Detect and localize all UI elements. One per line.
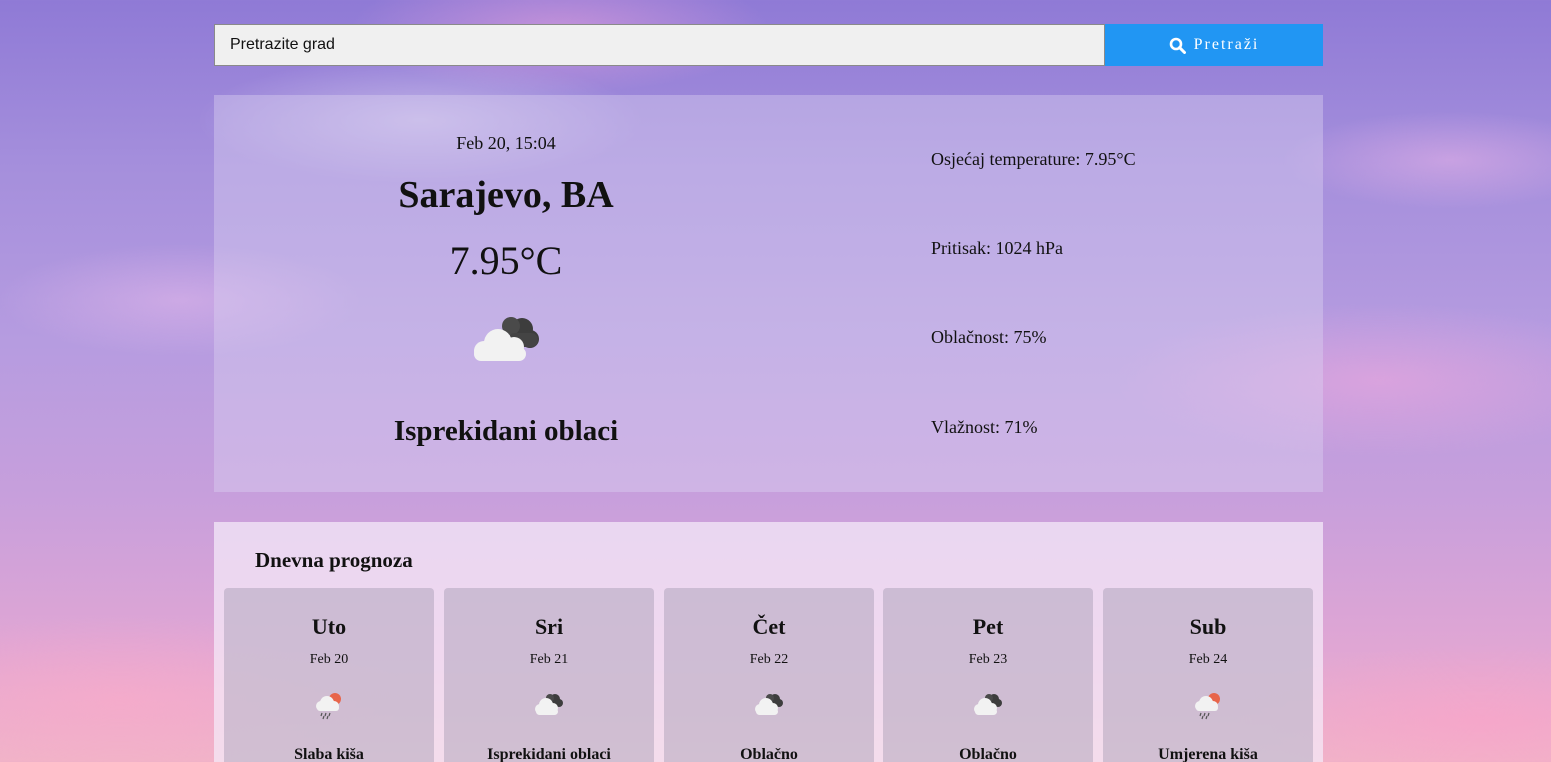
forecast-day-card: Uto Feb 20 Slaba kiša xyxy=(224,588,434,762)
broken-clouds-icon xyxy=(533,690,565,720)
forecast-day-name: Uto xyxy=(311,614,347,639)
forecast-day-description: Oblačno xyxy=(740,746,798,762)
feels-like-detail: Osjećaj temperature: 7.95°C xyxy=(931,149,1136,169)
search-button-label: Pretraži xyxy=(1193,36,1260,53)
forecast-title: Dnevna prognoza xyxy=(255,548,413,572)
daily-forecast-section: Dnevna prognoza Uto Feb 20 Slaba kiša Sr… xyxy=(214,522,1323,762)
forecast-day-description: Isprekidani oblaci xyxy=(487,746,611,762)
pressure-detail: Pritisak: 1024 hPa xyxy=(931,238,1064,258)
city-name: Sarajevo, BA xyxy=(398,174,614,216)
search-bar: Pretraži xyxy=(214,24,1323,66)
forecast-day-description: Umjerena kiša xyxy=(1158,746,1258,762)
forecast-day-description: Slaba kiša xyxy=(294,746,364,762)
broken-clouds-icon xyxy=(466,313,546,369)
weather-description: Isprekidani oblaci xyxy=(393,415,619,447)
forecast-day-name: Pet xyxy=(972,614,1004,639)
forecast-day-date: Feb 24 xyxy=(1188,652,1228,667)
cloudiness-detail: Oblačnost: 75% xyxy=(931,327,1047,347)
search-button[interactable]: Pretraži xyxy=(1105,24,1323,66)
overcast-clouds-icon xyxy=(753,690,785,720)
forecast-day-card: Sub Feb 24 Umjerena kiša xyxy=(1103,588,1313,762)
forecast-day-date: Feb 20 xyxy=(309,652,349,667)
light-rain-icon xyxy=(313,690,345,720)
forecast-day-description: Oblačno xyxy=(959,746,1017,762)
search-icon xyxy=(1169,37,1186,54)
forecast-day-date: Feb 21 xyxy=(529,652,569,667)
current-weather-card: Feb 20, 15:04 Sarajevo, BA 7.95°C Isprek… xyxy=(214,95,1323,492)
forecast-day-card: Sri Feb 21 Isprekidani oblaci xyxy=(444,588,654,762)
current-date: Feb 20, 15:04 xyxy=(456,133,556,153)
forecast-day-name: Čet xyxy=(752,614,786,639)
city-search-input[interactable] xyxy=(214,24,1105,66)
forecast-day-card: Pet Feb 23 Oblačno xyxy=(883,588,1093,762)
forecast-day-date: Feb 22 xyxy=(749,652,789,667)
current-temperature: 7.95°C xyxy=(449,238,563,283)
forecast-day-name: Sub xyxy=(1189,614,1227,639)
moderate-rain-icon xyxy=(1192,690,1224,720)
forecast-day-card: Čet Feb 22 Oblačno xyxy=(664,588,874,762)
forecast-day-name: Sri xyxy=(534,614,564,639)
overcast-clouds-icon xyxy=(972,690,1004,720)
forecast-day-date: Feb 23 xyxy=(968,652,1008,667)
current-weather-summary: Feb 20, 15:04 Sarajevo, BA 7.95°C Isprek… xyxy=(214,95,798,492)
humidity-detail: Vlažnost: 71% xyxy=(931,417,1038,437)
